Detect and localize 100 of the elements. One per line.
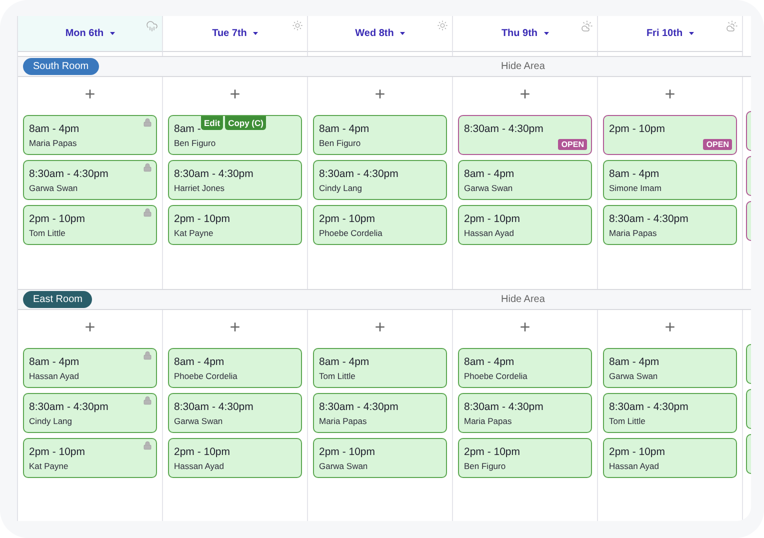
shift-card[interactable]: 2pm - 10pm Hassan Ayad (168, 438, 302, 478)
add-shift-button[interactable]: + (664, 84, 676, 104)
shift-time: 8:30am - 4:30pm (609, 213, 688, 225)
day-header[interactable]: Thu 9th (453, 16, 598, 52)
shift-card[interactable]: 8am - 4pm Ben Figuro (313, 115, 447, 155)
day-header[interactable]: Fri 10th (598, 16, 743, 52)
lock-icon (143, 396, 152, 405)
shift-person: Maria Papas (319, 416, 368, 426)
shift-time: 2pm - 10pm (609, 123, 666, 135)
add-shift-button[interactable]: + (230, 317, 240, 337)
day-label: Wed 8th (355, 28, 394, 39)
day-label: Fri 10th (646, 28, 683, 39)
add-shift-button[interactable]: + (84, 317, 96, 337)
shift-card[interactable]: 8:30am - 4:30pm Cindy Lang (23, 393, 157, 433)
shift-card[interactable]: 8am - 4pm Simone Imam (603, 160, 737, 200)
shift-card[interactable]: 8am - 4pm Tom Little (313, 348, 447, 388)
shift-time: 2pm - 10pm (29, 213, 86, 225)
shift-card[interactable]: 8:30am - 4:30pm Cindy Lang (313, 160, 447, 200)
shift-card[interactable]: 8:30am - 4:30pm Garwa Swan (23, 160, 157, 200)
shift-card[interactable]: 2pm - 10pm OPEN (603, 115, 737, 155)
shift-person: Maria Papas (609, 228, 658, 238)
day-label: Thu 9th (501, 28, 538, 39)
shift-person: Hassan Ayad (174, 461, 225, 471)
shift-person: Maria Papas (464, 416, 513, 426)
shift-person: Tom Little (29, 228, 66, 238)
add-shift-button[interactable]: + (374, 317, 386, 337)
shift-card[interactable]: 8:30am - 4:30pm OPEN (458, 115, 592, 155)
shift-card[interactable]: 8am - 4pm Phoebe Cordelia (458, 348, 592, 388)
open-badge: OPEN (558, 139, 587, 150)
lock-icon (143, 163, 152, 172)
add-shift-button[interactable]: + (374, 84, 386, 104)
shift-person: Tom Little (609, 416, 646, 426)
shift-person: Maria Papas (29, 138, 78, 148)
shift-person: Garwa Swan (29, 183, 79, 193)
shift-card[interactable]: 2pm - 10pm Phoebe Cordelia (313, 205, 447, 245)
shift-card[interactable]: 8am - 4pm Hassan Ayad (23, 348, 157, 388)
shift-person: Phoebe Cordelia (319, 228, 384, 238)
shift-person: Hassan Ayad (29, 371, 80, 381)
shift-time: 8:30am - 4:30pm (464, 123, 544, 135)
shift-time: 8am - 4pm (319, 356, 370, 368)
add-shift-button[interactable]: + (520, 84, 530, 104)
sun-icon (437, 20, 448, 31)
shift-time: 8:30am - 4:30pm (29, 168, 108, 180)
hide-area-link[interactable]: Hide Area (501, 61, 545, 72)
shift-time: 2pm - 10pm (609, 446, 666, 458)
shift-time: 8am - (174, 123, 201, 135)
add-shift-button[interactable]: + (84, 84, 96, 104)
shift-card[interactable]: 2pm - 10pm Garwa Swan (313, 438, 447, 478)
shift-card[interactable]: 2pm - 10pm Tom Little (23, 205, 157, 245)
shift-person: Phoebe Cordelia (464, 371, 528, 381)
add-shift-button[interactable]: + (520, 317, 530, 337)
lock-icon (143, 441, 152, 450)
cloud-rain-icon (146, 20, 158, 32)
shift-card[interactable]: 8am - Edit Copy (C) Ben Figuro (168, 115, 302, 155)
day-label: Mon 6th (65, 28, 104, 39)
copy-button[interactable]: Copy (C) (225, 116, 266, 130)
shift-time: 8am - 4pm (29, 356, 80, 368)
shift-card[interactable]: 8:30am - 4:30pm Maria Papas (458, 393, 592, 433)
shift-card[interactable]: 8am - 4pm Phoebe Cordelia (168, 348, 302, 388)
add-shift-button[interactable]: + (664, 317, 676, 337)
shift-time: 8:30am - 4:30pm (319, 168, 398, 180)
shift-time: 8am - 4pm (609, 356, 660, 368)
shift-time: 2pm - 10pm (174, 213, 230, 225)
shift-card[interactable]: 8:30am - 4:30pm Maria Papas (603, 205, 737, 245)
shift-person: Ben Figuro (464, 461, 507, 471)
shift-card[interactable]: 8am - 4pm Maria Papas (23, 115, 157, 155)
day-header[interactable]: Wed 8th (308, 16, 453, 52)
shift-card[interactable]: 2pm - 10pm Hassan Ayad (458, 205, 592, 245)
shift-time: 2pm - 10pm (319, 446, 376, 458)
room-tag: East Room (23, 291, 92, 308)
day-header[interactable]: Tue 7th (163, 16, 308, 52)
shift-person: Kat Payne (174, 228, 214, 238)
shift-time: 8:30am - 4:30pm (609, 401, 688, 413)
shift-time: 8:30am - 4:30pm (319, 401, 398, 413)
shift-person: Ben Figuro (319, 138, 362, 148)
shift-card[interactable]: 2pm - 10pm Ben Figuro (458, 438, 592, 478)
shift-card[interactable]: 8am - 4pm Garwa Swan (458, 160, 592, 200)
shift-card[interactable]: 8:30am - 4:30pm Garwa Swan (168, 393, 302, 433)
hide-area-link[interactable]: Hide Area (501, 294, 545, 305)
lock-icon (143, 118, 152, 127)
shift-card[interactable]: 8am - 4pm Garwa Swan (603, 348, 737, 388)
caret-icon (252, 32, 258, 35)
shift-person: Simone Imam (609, 183, 662, 193)
room-tag: South Room (23, 58, 99, 75)
edit-button[interactable]: Edit (201, 116, 224, 130)
shift-card[interactable]: 2pm - 10pm Kat Payne (23, 438, 157, 478)
add-shift-button[interactable]: + (230, 84, 240, 104)
shift-time: 8am - 4pm (464, 356, 514, 368)
shift-person: Garwa Swan (319, 461, 369, 471)
shift-card[interactable]: 2pm - 10pm Hassan Ayad (603, 438, 737, 478)
day-header[interactable]: Mon 6th (18, 16, 163, 52)
shift-person: Garwa Swan (464, 183, 514, 193)
shift-person: Cindy Lang (319, 183, 364, 193)
shift-time: 2pm - 10pm (29, 446, 86, 458)
shift-card[interactable]: 8:30am - 4:30pm Tom Little (603, 393, 737, 433)
shift-card[interactable]: 2pm - 10pm Kat Payne (168, 205, 302, 245)
shift-card[interactable]: 8:30am - 4:30pm Harriet Jones (168, 160, 302, 200)
shift-time: 2pm - 10pm (464, 213, 520, 225)
shift-card[interactable]: 8:30am - 4:30pm Maria Papas (313, 393, 447, 433)
shift-time: 8am - 4pm (29, 123, 80, 135)
